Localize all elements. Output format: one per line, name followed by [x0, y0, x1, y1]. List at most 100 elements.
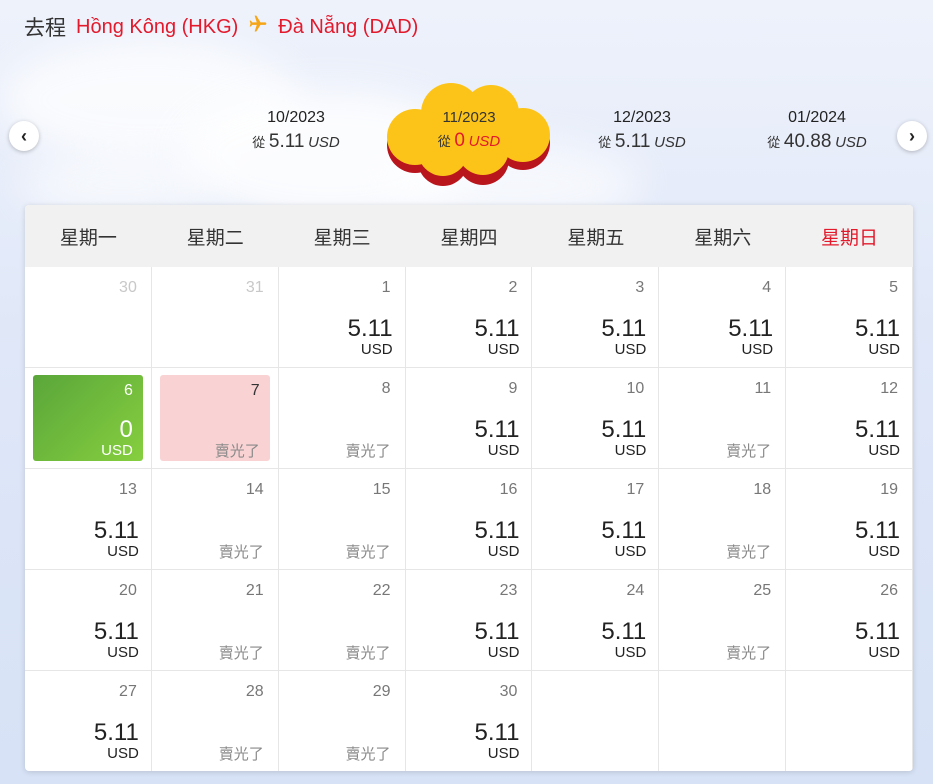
day-currency: USD	[107, 644, 139, 661]
day-number: 15	[372, 481, 391, 498]
calendar-day[interactable]: 26 5.11 USD	[786, 570, 913, 671]
day-price: 5.11	[728, 315, 774, 342]
calendar-day[interactable]: 21 賣光了	[151, 570, 279, 671]
day-price: 5.11	[855, 517, 900, 544]
day-currency: USD	[487, 745, 520, 762]
day-price: 5.11	[601, 416, 647, 443]
calendar-day[interactable]: 14 賣光了	[151, 469, 279, 570]
calendar-day[interactable]: 25 賣光了	[659, 570, 787, 671]
calendar-day[interactable]: 11 賣光了	[659, 368, 787, 469]
sold-out-label: 賣光了	[345, 544, 391, 561]
weekday-label: 星期四	[440, 227, 498, 249]
month-selector: ‹ 10/2023 從 5.11 USD 11/2023 從 0 USD 12/…	[0, 83, 933, 195]
calendar-day[interactable]: 4 5.11 USD	[659, 267, 787, 368]
day-number: 30	[119, 279, 137, 296]
calendar-day[interactable]: 29 賣光了	[279, 671, 406, 771]
route-header: 去程 Hồng Kông (HKG) Đà Nẵng (DAD)	[24, 12, 418, 42]
day-currency: USD	[614, 442, 647, 459]
calendar-day[interactable]: 8 賣光了	[278, 368, 406, 469]
sold-out-label: 賣光了	[726, 645, 772, 662]
calendar-day[interactable]: 2 5.11 USD	[405, 267, 533, 368]
calendar-day[interactable]: 28 賣光了	[152, 671, 279, 771]
day-number: 28	[245, 683, 264, 700]
sold-out-label: 賣光了	[726, 544, 772, 561]
calendar-day[interactable]: 1 5.11 USD	[278, 267, 406, 368]
calendar-day[interactable]: 20 5.11 USD	[25, 570, 152, 671]
day-currency: USD	[868, 341, 900, 358]
sold-out-label: 賣光了	[218, 645, 264, 662]
day-currency: USD	[487, 644, 520, 661]
calendar-day[interactable]: 22 賣光了	[278, 570, 406, 671]
calendar-day[interactable]: 5 5.11 USD	[786, 267, 913, 368]
day-price: 5.11	[855, 618, 900, 645]
destination-city: Đà Nẵng (DAD)	[278, 15, 419, 38]
day-price: 5.11	[474, 517, 520, 544]
day-number: 1	[381, 279, 391, 296]
calendar-day[interactable]: 23 5.11 USD	[405, 570, 533, 671]
weekday-label-sunday: 星期日	[821, 227, 879, 249]
calendar-day[interactable]: 18 賣光了	[659, 469, 787, 570]
calendar-grid: 30 31 1 5.11 USD 2 5.11 USD 3 5.11 USD 4 5.11 USD 5 5.1…	[25, 267, 913, 771]
day-number: 12	[880, 380, 898, 397]
day-currency: USD	[868, 543, 900, 560]
calendar-day[interactable]: 3 5.11 USD	[532, 267, 660, 368]
chevron-right-icon[interactable]: ›	[897, 121, 927, 151]
calendar-day[interactable]: 17 5.11 USD	[532, 469, 660, 570]
calendar-day[interactable]: 12 5.11 USD	[786, 368, 913, 469]
day-number: 10	[626, 380, 645, 397]
weekday-label: 星期六	[694, 227, 752, 249]
weekday-label: 星期五	[567, 227, 625, 249]
day-price: 5.11	[93, 719, 139, 746]
day-number: 21	[245, 582, 264, 599]
day-price: 5.11	[347, 315, 393, 342]
day-price: 5.11	[474, 618, 520, 645]
calendar-day[interactable]: 13 5.11 USD	[25, 469, 152, 570]
day-number: 24	[626, 582, 645, 599]
month-option-selected[interactable]: 11/2023 從 0 USD	[394, 109, 544, 152]
day-number: 14	[245, 481, 264, 498]
direction-label: 去程	[24, 17, 66, 40]
calendar-day[interactable]: 24 5.11 USD	[532, 570, 660, 671]
origin-city: Hồng Kông (HKG)	[76, 15, 239, 38]
sold-out-label: 賣光了	[218, 544, 264, 561]
month-option[interactable]: 10/2023 從 5.11 USD	[221, 109, 371, 153]
day-number: 17	[626, 481, 645, 498]
empty-cell	[532, 671, 660, 771]
weekday-header: 星期一 星期二 星期三 星期四 星期五 星期六 星期日	[25, 205, 913, 267]
chevron-left-icon[interactable]: ‹	[9, 121, 39, 151]
calendar-day[interactable]: 10 5.11 USD	[532, 368, 660, 469]
day-number: 5	[889, 279, 898, 296]
sold-out-label: 賣光了	[218, 746, 264, 763]
calendar-day-selected[interactable]: 6 0 USD	[25, 368, 152, 469]
day-currency: USD	[868, 442, 900, 459]
calendar-day[interactable]: 30 5.11 USD	[406, 671, 533, 771]
day-number: 8	[381, 380, 391, 397]
day-number: 7	[250, 382, 260, 399]
calendar-day: 31	[151, 267, 279, 368]
calendar-day[interactable]: 7 賣光了	[151, 368, 279, 469]
day-number: 19	[880, 481, 898, 498]
day-number: 2	[508, 279, 518, 296]
calendar-day[interactable]: 15 賣光了	[278, 469, 406, 570]
calendar-day[interactable]: 9 5.11 USD	[405, 368, 533, 469]
calendar-day[interactable]: 16 5.11 USD	[405, 469, 533, 570]
day-number: 4	[762, 279, 772, 296]
sold-out-label: 賣光了	[345, 443, 391, 460]
day-price: 5.11	[474, 719, 520, 746]
day-number: 25	[753, 582, 772, 599]
day-currency: USD	[614, 543, 647, 560]
month-option[interactable]: 12/2023 從 5.11 USD	[567, 109, 717, 153]
month-option[interactable]: 01/2024 從 40.88 USD	[742, 109, 892, 153]
day-number: 31	[245, 279, 264, 296]
calendar-day[interactable]: 27 5.11 USD	[25, 671, 152, 771]
day-price: 0	[119, 416, 133, 443]
day-price: 5.11	[474, 416, 520, 443]
day-price: 5.11	[601, 315, 647, 342]
sold-out-label: 賣光了	[214, 443, 260, 460]
day-number: 13	[119, 481, 137, 498]
calendar-day[interactable]: 19 5.11 USD	[786, 469, 913, 570]
day-number: 26	[880, 582, 898, 599]
day-number: 30	[499, 683, 518, 700]
day-price: 5.11	[855, 416, 900, 443]
day-currency: USD	[487, 442, 520, 459]
